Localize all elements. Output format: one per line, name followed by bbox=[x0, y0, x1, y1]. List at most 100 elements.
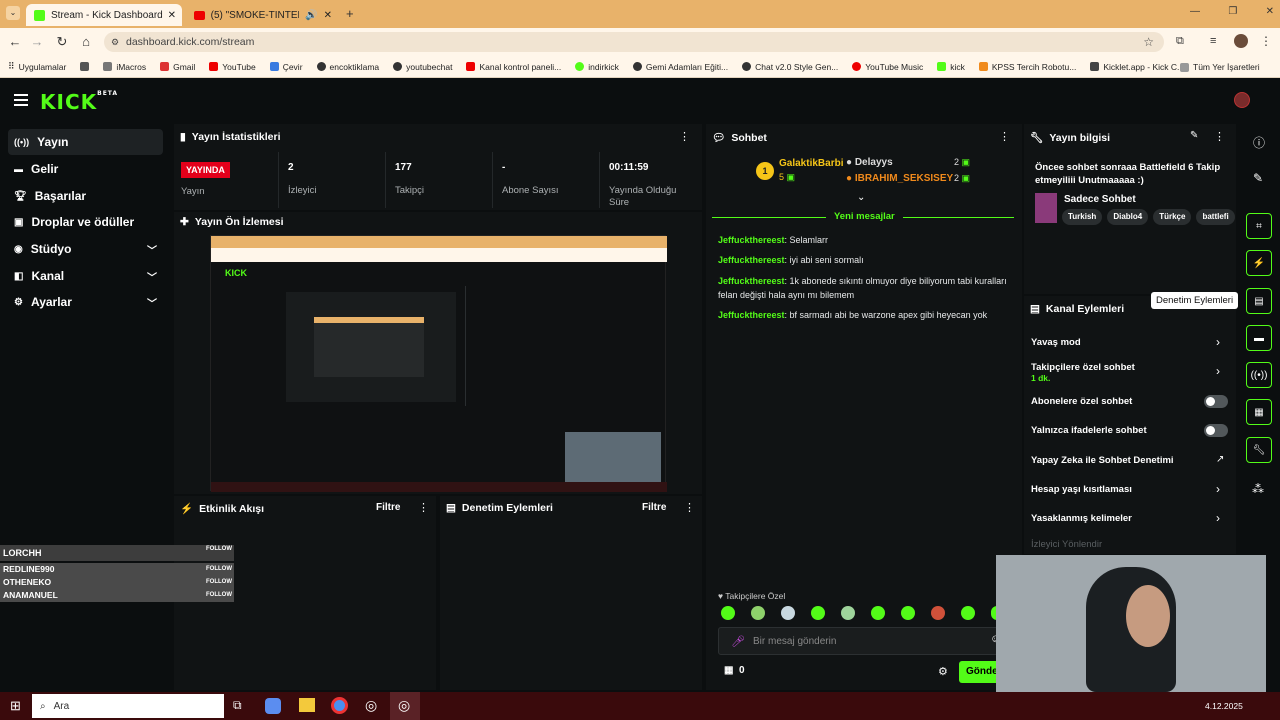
more-options-icon[interactable]: ⋮ bbox=[679, 130, 690, 143]
restore-icon[interactable]: ❐ bbox=[1228, 6, 1237, 17]
sidebar-item-yayin[interactable]: ((•)) Yayın bbox=[8, 129, 163, 155]
bookmark[interactable]: YouTube bbox=[209, 62, 256, 72]
new-tab-button[interactable]: + bbox=[346, 6, 354, 21]
emote-icon[interactable] bbox=[931, 606, 945, 620]
more-options-icon[interactable]: ⋮ bbox=[999, 130, 1010, 143]
minimize-icon[interactable]: — bbox=[1190, 6, 1200, 17]
action-followers-only[interactable]: Takipçilere özel sohbet 1 dk. bbox=[1031, 362, 1135, 383]
tag[interactable]: Turkish bbox=[1062, 209, 1103, 225]
emote-icon[interactable] bbox=[841, 606, 855, 620]
close-window-icon[interactable]: ✕ bbox=[1266, 6, 1274, 17]
obs-icon[interactable]: ◎ bbox=[365, 697, 377, 714]
points-counter[interactable]: ▦ 0 bbox=[724, 665, 745, 676]
menu-icon[interactable]: ⋮ bbox=[1260, 34, 1272, 48]
sidebar-item-gelir[interactable]: ▬ Gelir bbox=[8, 156, 163, 182]
bookmark[interactable]: KPSS Tercih Robotu... bbox=[978, 62, 1076, 72]
taskbar-search[interactable]: ⌕ Ara bbox=[32, 694, 224, 718]
broadcast-icon[interactable]: ((•)) bbox=[1246, 362, 1272, 388]
bookmark[interactable]: indirkick bbox=[575, 62, 619, 72]
chrome-icon[interactable] bbox=[331, 697, 348, 714]
sidebar-item-basarilar[interactable]: 🏆︎ Başarılar bbox=[8, 183, 163, 209]
chat-username[interactable]: Jeffuckthereest bbox=[718, 235, 785, 245]
emote-icon[interactable] bbox=[781, 606, 795, 620]
home-icon[interactable]: ⌂ bbox=[75, 34, 97, 49]
bookmark[interactable]: Kicklet.app - Kick C... bbox=[1090, 62, 1184, 72]
emote-icon[interactable] bbox=[961, 606, 975, 620]
more-options-icon[interactable]: ⋮ bbox=[418, 501, 429, 514]
media-icon[interactable]: ≡ bbox=[1210, 35, 1216, 47]
bookmark[interactable]: Kanal kontrol paneli... bbox=[466, 62, 561, 72]
layout-icon[interactable]: ▦ bbox=[1246, 399, 1272, 425]
bookmark[interactable]: YouTube Music bbox=[852, 62, 923, 72]
sidebar-item-studyo[interactable]: ◉ Stüdyo ﹀ bbox=[8, 236, 163, 262]
action-ai-moderation[interactable]: Yapay Zeka ile Sohbet Denetimi bbox=[1031, 455, 1174, 466]
action-banned-words[interactable]: Yasaklanmış kelimeler bbox=[1031, 513, 1132, 524]
tag[interactable]: Diablo4 bbox=[1107, 209, 1149, 225]
profile-avatar[interactable] bbox=[1234, 34, 1248, 48]
chevron-right-icon[interactable]: › bbox=[1216, 335, 1220, 349]
chevron-right-icon[interactable]: › bbox=[1216, 482, 1220, 496]
bookmark-star-icon[interactable]: ☆ bbox=[1143, 35, 1154, 49]
forward-icon[interactable]: → bbox=[26, 34, 48, 49]
top-gifter-name[interactable]: GalaktikBarbi bbox=[779, 158, 843, 169]
emote-icon[interactable] bbox=[871, 606, 885, 620]
sidebar-item-kanal[interactable]: ◧ Kanal ﹀ bbox=[8, 263, 163, 289]
site-info-icon[interactable]: ⚙ bbox=[111, 37, 119, 48]
file-explorer-icon[interactable] bbox=[299, 698, 315, 712]
bookmark[interactable]: encoktiklama bbox=[316, 62, 379, 72]
emote-icon[interactable] bbox=[811, 606, 825, 620]
apps-bookmark[interactable]: ⠿ Uygulamalar bbox=[8, 61, 66, 72]
chat-input[interactable]: 🎤︎ Bir mesaj gönderin bbox=[718, 627, 1004, 655]
windows-start-icon[interactable]: ⊞ bbox=[10, 698, 21, 714]
community-icon[interactable]: ⁂ bbox=[1252, 482, 1264, 496]
more-options-icon[interactable]: ⋮ bbox=[1214, 130, 1225, 143]
chevron-right-icon[interactable]: › bbox=[1216, 511, 1220, 525]
bookmark[interactable]: Gmail bbox=[160, 62, 195, 72]
tab-youtube[interactable]: (5) "SMOKE-TINTED DREAM 🔊 ✕ bbox=[186, 4, 340, 26]
address-bar[interactable]: ⚙ dashboard.kick.com/stream ☆ bbox=[104, 32, 1164, 52]
extensions-icon[interactable]: ⧉ bbox=[1176, 35, 1184, 48]
user-avatar[interactable] bbox=[1234, 92, 1250, 108]
lightning-icon[interactable]: ⚡ bbox=[1246, 250, 1272, 276]
all-bookmarks[interactable]: Tüm Yer İşaretleri bbox=[1180, 62, 1260, 72]
emote-only-toggle[interactable] bbox=[1204, 424, 1228, 437]
emote-icon[interactable] bbox=[751, 606, 765, 620]
filter-button[interactable]: Filtre bbox=[376, 502, 400, 513]
chat-username[interactable]: Jeffuckthereest bbox=[718, 310, 785, 320]
tag[interactable]: Türkçe bbox=[1153, 209, 1192, 225]
chat-bubble-icon[interactable]: ▬ bbox=[1246, 325, 1272, 351]
bookmark[interactable]: iMacros bbox=[103, 62, 146, 72]
tab-kick-dashboard[interactable]: Stream - Kick Dashboard ✕ bbox=[26, 4, 182, 26]
edit-pencil-icon[interactable]: ✎ bbox=[1253, 171, 1263, 185]
back-icon[interactable]: ← bbox=[4, 34, 26, 49]
obs-icon[interactable]: ◎ bbox=[398, 697, 410, 714]
close-icon[interactable]: ✕ bbox=[324, 10, 332, 21]
hamburger-menu-icon[interactable] bbox=[14, 94, 28, 106]
task-view-icon[interactable]: ⧉ bbox=[233, 698, 242, 713]
bookmark[interactable]: kick bbox=[937, 62, 965, 72]
bookmark[interactable]: youtubechat bbox=[393, 62, 452, 72]
close-icon[interactable]: ✕ bbox=[168, 10, 176, 21]
collapse-icon[interactable]: ⌄ bbox=[857, 192, 865, 203]
reload-icon[interactable]: ↻ bbox=[51, 34, 73, 50]
copilot-icon[interactable] bbox=[265, 698, 281, 714]
clip-icon[interactable]: ⌗ bbox=[1246, 213, 1272, 239]
filter-button[interactable]: Filtre bbox=[642, 502, 666, 513]
category-name[interactable]: Sadece Sohbet bbox=[1064, 194, 1136, 205]
sidebar-item-droplar[interactable]: ▣ Droplar ve ödüller bbox=[8, 209, 163, 235]
action-account-age[interactable]: Hesap yaşı kısıtlaması bbox=[1031, 484, 1132, 495]
bookmark[interactable]: Gemi Adamları Eğiti... bbox=[632, 62, 728, 72]
microphone-icon[interactable]: 🎤︎ bbox=[731, 635, 745, 648]
tab-list-button[interactable]: ⌄ bbox=[6, 6, 20, 20]
gifter-row[interactable]: ● Delayys bbox=[846, 157, 966, 168]
emote-icon[interactable] bbox=[901, 606, 915, 620]
wrench-icon[interactable]: 🔧︎ bbox=[1246, 437, 1272, 463]
chevron-right-icon[interactable]: › bbox=[1216, 364, 1220, 378]
edit-pencil-icon[interactable]: ✎ bbox=[1190, 130, 1198, 141]
bookmark[interactable]: Çevir bbox=[269, 62, 303, 72]
action-host-viewers[interactable]: İzleyici Yönlendir bbox=[1031, 539, 1102, 550]
chat-settings-icon[interactable]: ⚙ bbox=[938, 665, 948, 678]
kick-logo[interactable]: KICKBETA bbox=[40, 90, 118, 114]
action-slow-mode[interactable]: Yavaş mod bbox=[1031, 337, 1081, 348]
chat-username[interactable]: Jeffuckthereest bbox=[718, 255, 785, 265]
